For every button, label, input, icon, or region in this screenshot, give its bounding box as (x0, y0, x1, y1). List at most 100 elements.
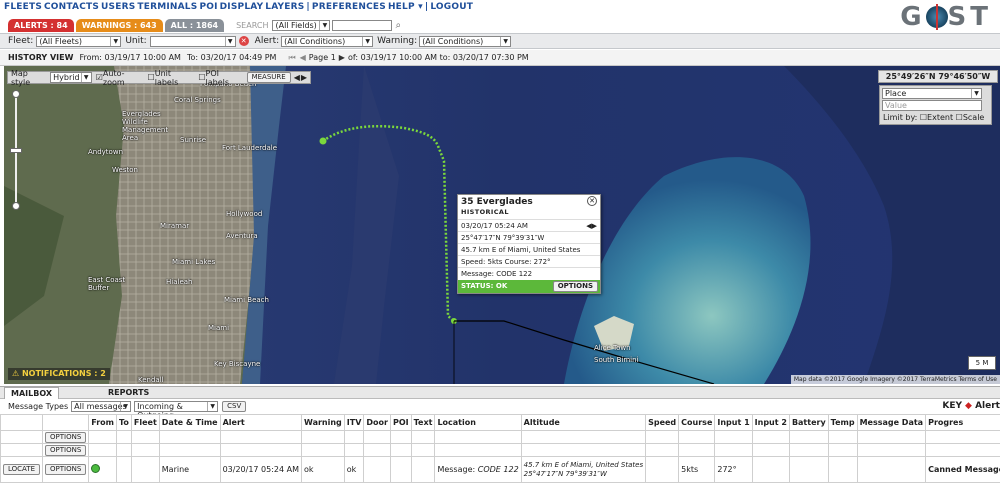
next-arrow-icon[interactable]: ▶ (301, 73, 307, 82)
options-cell[interactable]: OPTIONS (43, 431, 89, 444)
table-cell (220, 431, 301, 444)
column-header[interactable]: Speed (646, 415, 679, 431)
scale-checkbox[interactable]: ☐ (956, 113, 963, 122)
next-page-icon[interactable]: ▶ (339, 53, 345, 62)
alert-filter-label: Alert: (255, 36, 279, 46)
nav-item-4[interactable]: POI (199, 2, 217, 12)
table-row[interactable]: OPTIONS (1, 431, 1000, 444)
place-label: Hialeah (166, 278, 192, 286)
unit-select[interactable]: ▼ (150, 36, 236, 47)
nav-item-8[interactable]: PREFERENCES (312, 2, 386, 12)
column-header[interactable]: POI (390, 415, 411, 431)
options-button[interactable]: OPTIONS (45, 432, 86, 443)
alert-diamond-icon: ◆ (965, 401, 972, 411)
search-scope-select[interactable]: (All Fields)▼ (272, 20, 330, 31)
map-style-select[interactable]: Hybrid▼ (50, 72, 92, 83)
column-header[interactable]: Course (679, 415, 715, 431)
options-button[interactable]: OPTIONS (45, 445, 86, 456)
notifications-badge[interactable]: ⚠ NOTIFICATIONS : 2 (8, 368, 110, 380)
column-header[interactable] (43, 415, 89, 431)
table-cell (302, 444, 345, 457)
options-cell[interactable]: OPTIONS (43, 457, 89, 483)
measure-button[interactable]: MEASURE (247, 72, 291, 83)
unit-label: Unit: (125, 36, 146, 46)
warnings-tab[interactable]: WARNINGS : 643 (76, 19, 163, 32)
table-cell (131, 457, 159, 483)
column-header[interactable]: To (117, 415, 132, 431)
close-icon[interactable]: ✕ (587, 196, 597, 206)
column-header[interactable]: From (89, 415, 117, 431)
unit-labels-checkbox[interactable]: ☐ (148, 73, 155, 82)
warning-filter-select[interactable]: (All Conditions)▼ (419, 36, 511, 47)
fleet-select[interactable]: (All Fleets)▼ (36, 36, 121, 47)
place-label: Sunrise (180, 136, 206, 144)
place-select[interactable]: Place▼ (882, 88, 982, 99)
message-types-select[interactable]: All messages▼ (71, 401, 131, 412)
column-header[interactable]: Door (364, 415, 391, 431)
column-header[interactable]: Text (411, 415, 435, 431)
poi-labels-checkbox[interactable]: ☐ (198, 73, 205, 82)
prev-arrow-icon[interactable]: ◀ (294, 73, 300, 82)
row-spacer (1, 431, 43, 444)
column-header[interactable]: Input 2 (752, 415, 789, 431)
table-row[interactable]: OPTIONS (1, 444, 1000, 457)
value-input[interactable]: Value (882, 100, 982, 111)
csv-button[interactable]: CSV (222, 401, 246, 412)
alert-filter-select[interactable]: (All Conditions)▼ (281, 36, 373, 47)
popup-options-button[interactable]: OPTIONS (553, 281, 598, 292)
nav-item-5[interactable]: DISPLAY (220, 2, 264, 12)
place-search-panel: Place▼ Value Limit by: ☐Extent ☐Scale (879, 85, 992, 125)
clear-unit-icon[interactable]: ✕ (239, 36, 249, 46)
tab-reports[interactable]: REPORTS (108, 387, 149, 399)
column-header[interactable]: Alert (220, 415, 301, 431)
column-header[interactable]: Fleet (131, 415, 159, 431)
all-tab[interactable]: ALL : 1864 (165, 19, 224, 32)
autozoom-checkbox[interactable]: ☑ (96, 73, 103, 82)
nav-item-3[interactable]: TERMINALS (137, 2, 197, 12)
column-header[interactable]: Temp (828, 415, 857, 431)
column-header[interactable]: Battery (789, 415, 828, 431)
zoom-control[interactable] (12, 90, 20, 210)
tab-mailbox[interactable]: MAILBOX (4, 387, 59, 399)
nav-item-0[interactable]: FLEETS (4, 2, 42, 12)
nav-item-2[interactable]: USERS (101, 2, 135, 12)
popup-coords: 25°47′17″N 79°39′31″W (458, 231, 600, 243)
search-icon[interactable]: ⌕ (395, 20, 401, 31)
column-header[interactable]: Input 1 (715, 415, 752, 431)
locate-cell[interactable]: LOCATE (1, 457, 43, 483)
alert-cell: ok (302, 457, 345, 483)
table-cell (789, 444, 828, 457)
table-cell (411, 431, 435, 444)
extent-checkbox[interactable]: ☐ (920, 113, 927, 122)
nav-item-11[interactable]: LOGOUT (430, 2, 473, 12)
zoom-slider-handle[interactable] (10, 148, 22, 153)
column-header[interactable]: Altitude (521, 415, 645, 431)
prev-page-icon[interactable]: ◀ (300, 53, 306, 62)
table-cell (752, 457, 789, 483)
nav-item-6[interactable]: LAYERS (265, 2, 304, 12)
column-header[interactable]: ITV (344, 415, 364, 431)
scale-bar: 5 M (968, 356, 996, 370)
search-input[interactable] (332, 20, 392, 31)
column-header[interactable]: Warning (302, 415, 345, 431)
popup-title: 35 Everglades (458, 195, 600, 208)
unit-labels-label: Unit labels (155, 69, 195, 87)
column-header[interactable]: Date & Time (159, 415, 220, 431)
nav-item-9[interactable]: HELP ▾ (388, 2, 423, 12)
column-header[interactable]: Progres (926, 415, 1000, 431)
column-header[interactable]: Message Data (857, 415, 926, 431)
first-page-icon[interactable]: ⏮ (288, 53, 295, 63)
nav-item-1[interactable]: CONTACTS (44, 2, 99, 12)
place-label: Miami (208, 324, 229, 332)
alerts-tab[interactable]: ALERTS : 84 (8, 19, 74, 32)
top-navigation: FLEETSCONTACTSUSERSTERMINALSPOIDISPLAYLA… (0, 0, 1000, 16)
table-cell (411, 444, 435, 457)
table-row[interactable]: LOCATEOPTIONSMarine03/20/17 05:24 AMokok… (1, 457, 1000, 483)
map-controls: Map style Hybrid▼ ☑Auto-zoom ☐Unit label… (7, 71, 311, 84)
column-header[interactable] (1, 415, 43, 431)
table-cell (646, 444, 679, 457)
options-cell[interactable]: OPTIONS (43, 444, 89, 457)
column-header[interactable]: Location (435, 415, 521, 431)
direction-select[interactable]: Incoming & Outgoing▼ (134, 401, 218, 412)
course-cell: 272° (715, 457, 752, 483)
